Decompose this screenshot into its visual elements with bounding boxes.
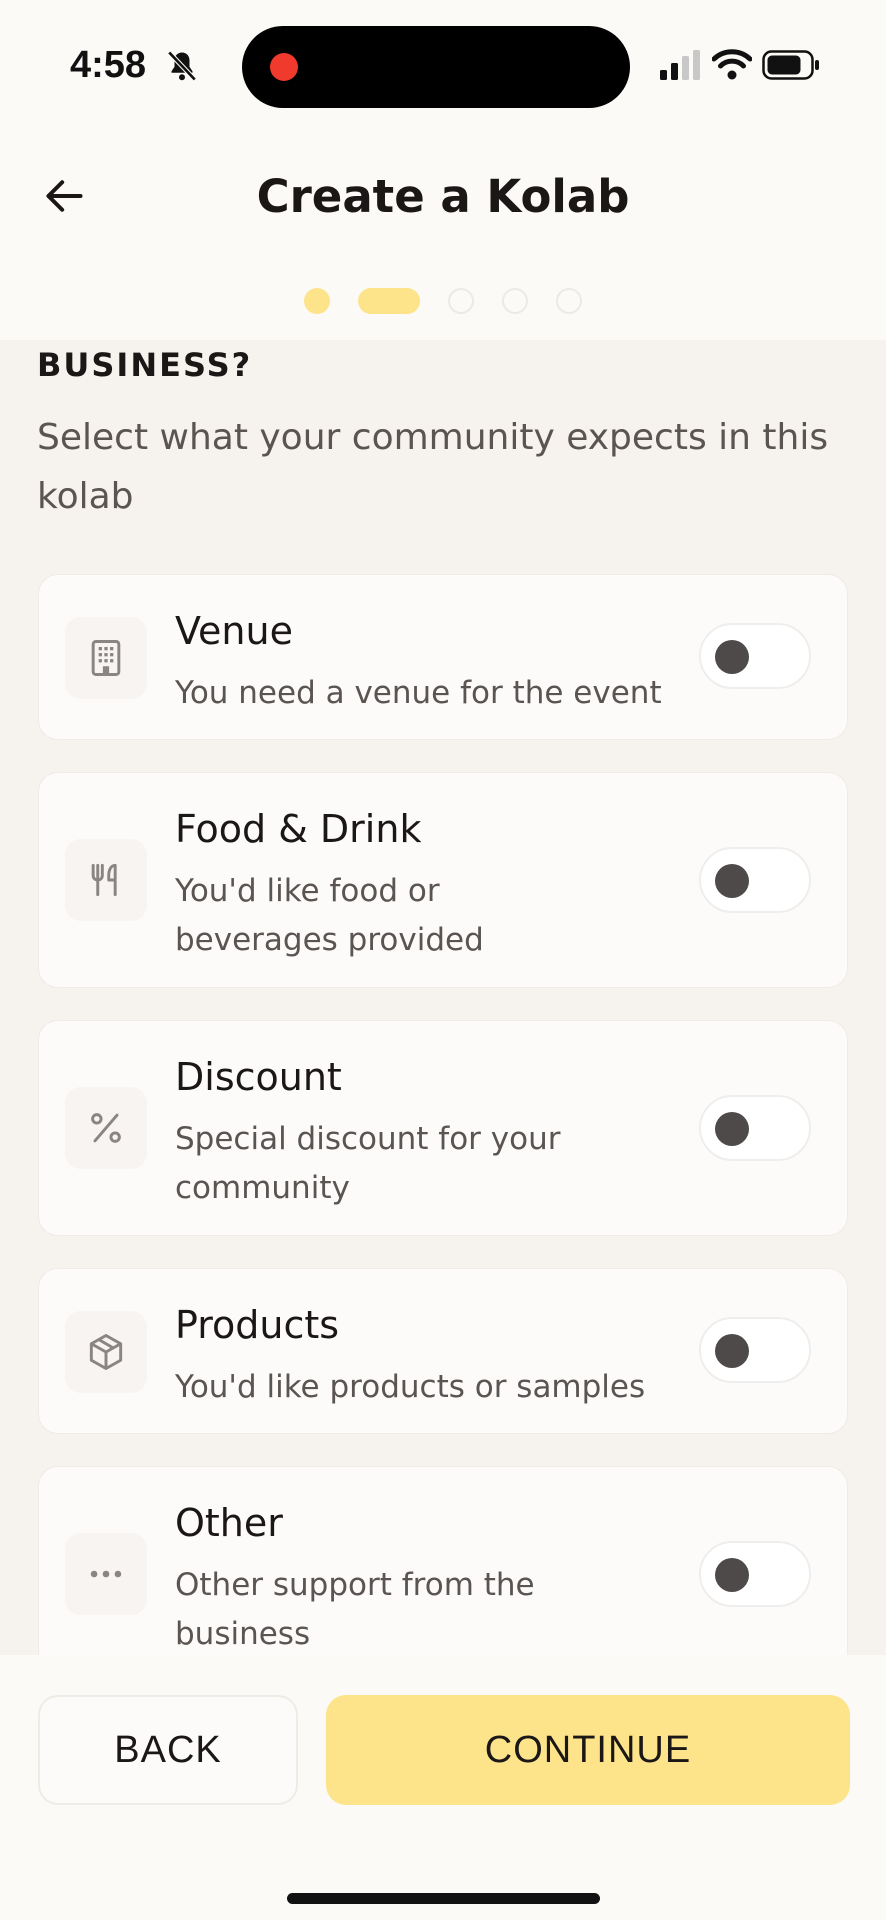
status-time: 4:58 [70,44,147,86]
building-icon [91,640,121,676]
footer: BACK CONTINUE [0,1655,886,1920]
option-description: You'd like food or beverages provided [175,873,484,958]
discount-icon-box [65,1087,147,1169]
bell-slash-icon [167,50,197,82]
option-description: Other support from the business [175,1567,535,1652]
venue-icon-box [65,617,147,699]
option-card-venue[interactable]: Venue You need a venue for the event [38,574,848,740]
box-icon [89,1334,123,1370]
option-card-discount[interactable]: Discount Special discount for your commu… [38,1020,848,1236]
step-dot-3 [448,288,474,314]
battery-icon [762,50,819,80]
fork-knife-icon [91,863,117,897]
home-indicator[interactable] [287,1893,600,1904]
section-heading: BUSINESS? [37,346,253,384]
option-description: You'd like products or samples [175,1369,646,1405]
dynamic-island [242,26,630,108]
products-icon-box [65,1311,147,1393]
status-bar: 4:58 [0,0,886,130]
option-card-products[interactable]: Products You'd like products or samples [38,1268,848,1434]
option-title: Discount [175,1055,342,1099]
option-card-food-drink[interactable]: Food & Drink You'd like food or beverage… [38,772,848,988]
toggle-knob [715,864,749,898]
toggle-knob [715,640,749,674]
food-drink-icon-box [65,839,147,921]
toggle-knob [715,1334,749,1368]
option-title: Other [175,1501,283,1545]
products-toggle[interactable] [699,1317,811,1383]
step-dot-2-current [358,288,420,314]
option-title: Food & Drink [175,807,422,851]
food-drink-toggle[interactable] [699,847,811,913]
step-dot-4 [502,288,528,314]
back-button[interactable]: BACK [38,1695,298,1805]
header: Create a Kolab [0,130,886,340]
step-progress-indicator [0,288,886,314]
option-title: Venue [175,609,293,653]
option-description: You need a venue for the event [175,675,662,711]
option-card-other[interactable]: Other Other support from the business [38,1466,848,1655]
toggle-knob [715,1558,749,1592]
other-icon-box [65,1533,147,1615]
wifi-icon [712,49,752,80]
cellular-signal-icon [660,50,700,80]
options-scroll-area[interactable]: BUSINESS? Select what your community exp… [0,340,886,1655]
discount-toggle[interactable] [699,1095,811,1161]
toggle-knob [715,1112,749,1146]
option-title: Products [175,1303,340,1347]
step-dot-1 [304,288,330,314]
option-description: Special discount for your community [175,1121,561,1206]
percent-icon [91,1113,121,1143]
venue-toggle[interactable] [699,623,811,689]
more-icon [90,1570,122,1578]
step-dot-5 [556,288,582,314]
continue-button[interactable]: CONTINUE [326,1695,850,1805]
section-subtitle: Select what your community expects in th… [37,417,829,517]
page-title: Create a Kolab [256,170,630,223]
other-toggle[interactable] [699,1541,811,1607]
recording-indicator-icon [270,53,298,81]
